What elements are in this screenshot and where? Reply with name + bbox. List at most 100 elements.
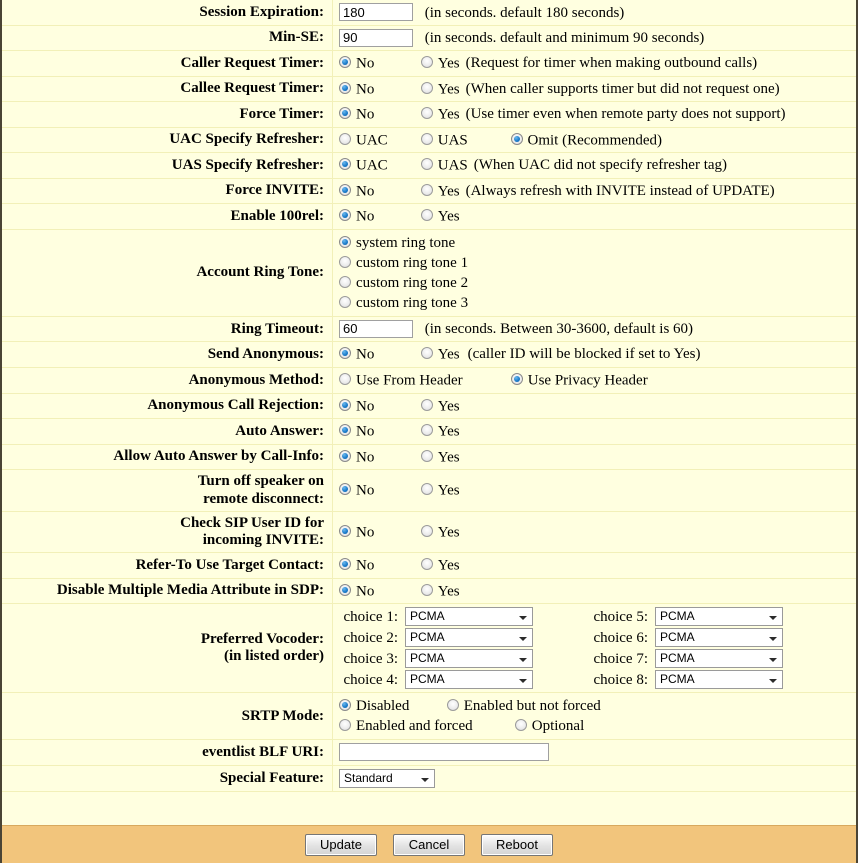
srtp-option-optional[interactable]: Optional: [514, 717, 584, 735]
refer-to-use-target-contact-no[interactable]: No: [339, 556, 409, 575]
anonymous-method-from-header[interactable]: Use From Header: [339, 371, 499, 390]
ring-tone-option-1[interactable]: custom ring tone 1: [339, 253, 852, 273]
session-expiration-input[interactable]: [339, 3, 413, 21]
radio-icon[interactable]: [446, 699, 459, 712]
callee-request-timer-no[interactable]: No: [339, 80, 409, 99]
radio-icon[interactable]: [420, 56, 433, 68]
srtp-option-enabled-not-forced[interactable]: Enabled but not forced: [446, 697, 601, 715]
min-se-input[interactable]: [339, 28, 413, 47]
disable-multiple-media-yes[interactable]: Yes: [420, 582, 460, 601]
force-timer-no[interactable]: No: [339, 105, 409, 124]
radio-icon[interactable]: [339, 373, 351, 385]
radio-icon[interactable]: [420, 183, 433, 196]
radio-icon[interactable]: [339, 558, 351, 571]
vocoder-select-1[interactable]: PCMA: [405, 607, 533, 627]
caller-request-timer-yes[interactable]: Yes (Request for timer when making outbou…: [420, 54, 757, 73]
caller-request-timer-no[interactable]: No: [339, 54, 409, 73]
disable-multiple-media-no[interactable]: No: [339, 582, 409, 601]
callee-request-timer-yes[interactable]: Yes (When caller supports timer but did n…: [420, 80, 780, 99]
uac-specify-refresher-omit[interactable]: Omit (Recommended): [510, 131, 662, 150]
radio-icon[interactable]: [420, 132, 433, 145]
special-feature-select[interactable]: Standard: [339, 768, 435, 788]
radio-icon[interactable]: [339, 81, 351, 94]
radio-icon[interactable]: [339, 56, 351, 68]
radio-icon[interactable]: [339, 158, 351, 171]
radio-icon[interactable]: [420, 558, 433, 571]
radio-icon[interactable]: [339, 524, 351, 537]
radio-icon[interactable]: [420, 347, 433, 360]
uac-specify-refresher-uac[interactable]: UAC: [339, 131, 409, 150]
enable-100rel-no[interactable]: No: [339, 207, 409, 226]
radio-icon[interactable]: [420, 398, 433, 411]
vocoder-select-5[interactable]: PCMA: [655, 607, 783, 627]
ring-tone-option-3[interactable]: custom ring tone 3: [339, 293, 852, 313]
radio-icon[interactable]: [420, 107, 433, 120]
ring-tone-option-0[interactable]: system ring tone: [339, 233, 852, 253]
allow-auto-answer-call-info-no[interactable]: No: [339, 448, 409, 467]
radio-icon[interactable]: [420, 81, 433, 94]
radio-icon[interactable]: [339, 449, 351, 462]
enable-100rel-yes[interactable]: Yes: [420, 207, 460, 226]
radio-icon[interactable]: [339, 209, 351, 222]
vocoder-select-8[interactable]: PCMA: [655, 670, 783, 690]
allow-auto-answer-call-info-yes[interactable]: Yes: [420, 448, 460, 467]
radio-icon[interactable]: [510, 373, 523, 385]
radio-icon[interactable]: [339, 275, 351, 288]
radio-icon[interactable]: [420, 424, 433, 437]
send-anonymous-no[interactable]: No: [339, 345, 409, 364]
radio-icon[interactable]: [420, 449, 433, 462]
anonymous-call-rejection-yes[interactable]: Yes: [420, 397, 460, 416]
radio-icon[interactable]: [339, 719, 351, 732]
vocoder-select-7[interactable]: PCMA: [655, 649, 783, 669]
force-invite-no[interactable]: No: [339, 182, 409, 201]
radio-icon[interactable]: [510, 132, 523, 145]
vocoder-select-6[interactable]: PCMA: [655, 628, 783, 648]
srtp-option-disabled[interactable]: Disabled: [339, 697, 443, 715]
check-sip-user-id-yes[interactable]: Yes: [420, 523, 460, 542]
radio-icon[interactable]: [420, 524, 433, 537]
uas-specify-refresher-uac[interactable]: UAC: [339, 156, 409, 175]
turn-off-speaker-yes[interactable]: Yes: [420, 481, 460, 500]
radio-icon[interactable]: [339, 107, 351, 120]
refer-to-use-target-contact-yes[interactable]: Yes: [420, 556, 460, 575]
auto-answer-no[interactable]: No: [339, 422, 409, 441]
row-disable-multiple-media: Disable Multiple Media Attribute in SDP:…: [2, 578, 856, 605]
update-button[interactable]: Update: [305, 833, 377, 856]
radio-icon[interactable]: [339, 424, 351, 437]
auto-answer-yes[interactable]: Yes: [420, 422, 460, 441]
vocoder-select-4[interactable]: PCMA: [405, 670, 533, 690]
radio-icon[interactable]: [420, 158, 433, 171]
ring-timeout-input[interactable]: [339, 319, 413, 338]
eventlist-blf-uri-input[interactable]: [339, 743, 549, 762]
force-invite-yes[interactable]: Yes (Always refresh with INVITE instead o…: [420, 182, 775, 201]
radio-icon[interactable]: [514, 719, 527, 732]
radio-icon[interactable]: [339, 235, 351, 248]
reboot-button[interactable]: Reboot: [481, 833, 553, 856]
turn-off-speaker-no[interactable]: No: [339, 481, 409, 500]
cancel-button[interactable]: Cancel: [393, 833, 465, 856]
radio-icon[interactable]: [339, 132, 351, 145]
vocoder-select-3[interactable]: PCMA: [405, 649, 533, 669]
radio-icon[interactable]: [339, 347, 351, 360]
radio-icon[interactable]: [339, 255, 351, 268]
srtp-option-enabled-and-forced[interactable]: Enabled and forced: [339, 717, 511, 735]
send-anonymous-yes[interactable]: Yes (caller ID will be blocked if set to …: [420, 345, 700, 364]
radio-icon[interactable]: [339, 583, 351, 596]
force-timer-yes[interactable]: Yes (Use timer even when remote party doe…: [420, 105, 786, 124]
row-anonymous-call-rejection: Anonymous Call Rejection: No Yes: [2, 393, 856, 420]
radio-icon[interactable]: [420, 583, 433, 596]
check-sip-user-id-no[interactable]: No: [339, 523, 409, 542]
anonymous-method-privacy-header[interactable]: Use Privacy Header: [510, 371, 648, 390]
vocoder-select-2[interactable]: PCMA: [405, 628, 533, 648]
uac-specify-refresher-uas[interactable]: UAS: [420, 131, 499, 150]
radio-icon[interactable]: [339, 295, 351, 308]
radio-icon[interactable]: [339, 483, 351, 496]
radio-icon[interactable]: [339, 699, 351, 712]
ring-tone-option-2[interactable]: custom ring tone 2: [339, 273, 852, 293]
radio-icon[interactable]: [339, 183, 351, 196]
uas-specify-refresher-uas[interactable]: UAS (When UAC did not specify refresher t…: [420, 156, 727, 175]
radio-icon[interactable]: [339, 398, 351, 411]
radio-icon[interactable]: [420, 209, 433, 222]
radio-icon[interactable]: [420, 483, 433, 496]
anonymous-call-rejection-no[interactable]: No: [339, 397, 409, 416]
